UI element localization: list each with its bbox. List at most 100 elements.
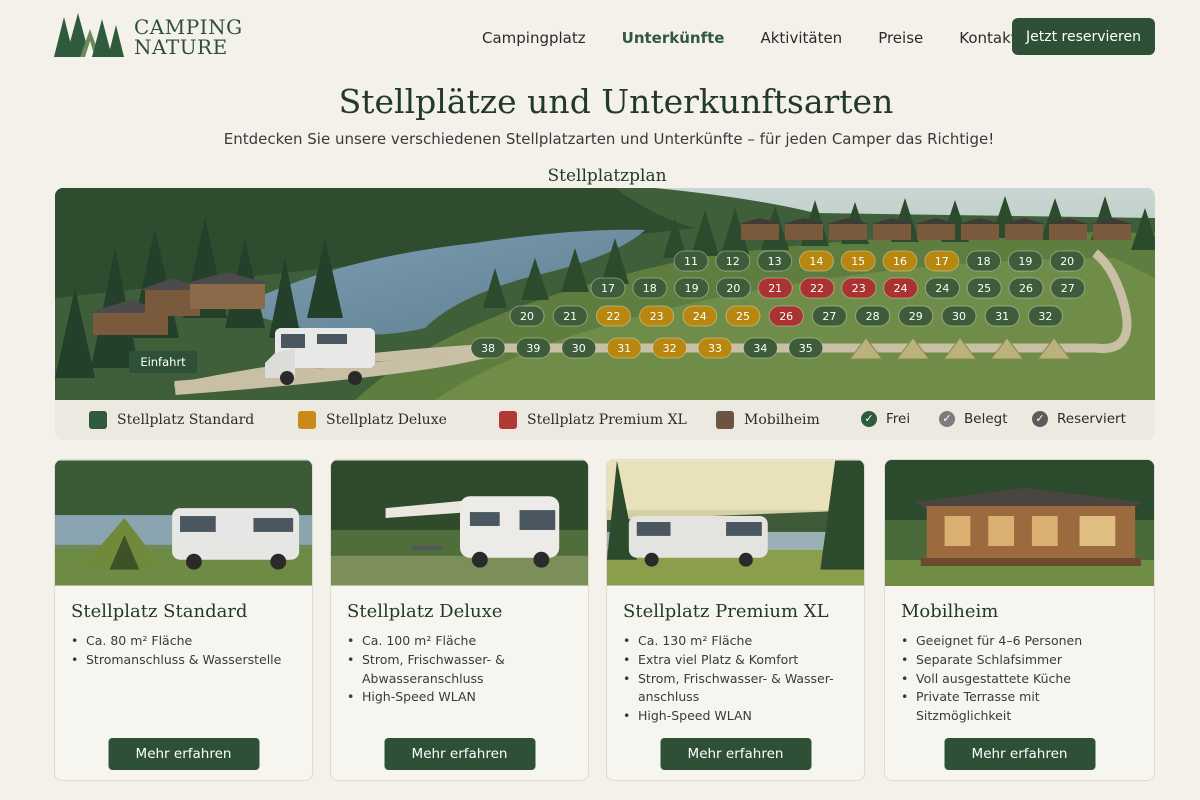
plot-standard[interactable]: 18 [966, 250, 1002, 272]
learn-more-button[interactable]: Mehr erfahren [384, 738, 535, 770]
card-deluxe-image [331, 460, 588, 586]
nav-item-campingplatz[interactable]: Campingplatz [482, 28, 586, 48]
plot-standard[interactable]: 29 [898, 305, 934, 327]
plot-standard[interactable]: 25 [966, 277, 1002, 299]
plot-standard[interactable]: 19 [1007, 250, 1043, 272]
plot-standard[interactable]: 21 [552, 305, 588, 327]
plot-standard[interactable]: 27 [1050, 277, 1086, 299]
card-standard-image [55, 460, 312, 586]
plot-standard[interactable]: 20 [509, 305, 545, 327]
plot-number: 31 [995, 310, 1009, 323]
card-standard: Stellplatz Standard Ca. 80 m² Fläche Str… [54, 459, 313, 781]
nav-item-preise[interactable]: Preise [878, 28, 923, 48]
learn-more-button[interactable]: Mehr erfahren [660, 738, 811, 770]
plot-number: 19 [1018, 255, 1032, 268]
plot-standard[interactable]: 17 [590, 277, 626, 299]
plot-deluxe[interactable]: 22 [595, 305, 631, 327]
plot-standard[interactable]: 30 [561, 337, 597, 359]
plot-deluxe[interactable]: 15 [840, 250, 876, 272]
list-item: Strom, Frischwasser- & Wasser-anschluss [623, 670, 851, 708]
list-item: Geeignet für 4–6 Personen [901, 632, 1129, 651]
reserve-button[interactable]: Jetzt reservieren [1012, 18, 1155, 55]
logo[interactable]: CAMPING NATURE [50, 12, 250, 62]
plot-premium[interactable]: 22 [799, 277, 835, 299]
plot-premium[interactable]: 21 [757, 277, 793, 299]
card-premium-image [607, 460, 864, 586]
legend-belegt-label: Belegt [964, 411, 1008, 427]
feature-list: Ca. 100 m² Fläche Strom, Frischwasser- &… [347, 632, 575, 707]
logo-line2: NATURE [134, 35, 228, 59]
plot-standard[interactable]: 18 [632, 277, 668, 299]
plot-number: 22 [810, 282, 824, 295]
legend-mobilheim: Mobilheim [716, 411, 820, 429]
plot-number: 26 [1019, 282, 1033, 295]
plot-standard[interactable]: 24 [924, 277, 960, 299]
list-item: Ca. 100 m² Fläche [347, 632, 575, 651]
plot-number: 27 [822, 310, 836, 323]
plot-number: 34 [753, 342, 767, 355]
plot-deluxe[interactable]: 25 [725, 305, 761, 327]
plot-number: 20 [1060, 255, 1074, 268]
plot-deluxe[interactable]: 23 [639, 305, 675, 327]
plot-deluxe[interactable]: 33 [697, 337, 733, 359]
card-deluxe: Stellplatz Deluxe Ca. 100 m² Fläche Stro… [330, 459, 589, 781]
plot-standard[interactable]: 27 [811, 305, 847, 327]
plot-standard[interactable]: 31 [984, 305, 1020, 327]
list-item: High-Speed WLAN [347, 688, 575, 707]
legend-belegt: ✓ Belegt [939, 411, 1008, 427]
legend-standard: Stellplatz Standard [89, 411, 254, 429]
page-title: Stellplätze und Unterkunftsarten [338, 82, 894, 121]
nav-item-unterkuenfte[interactable]: Unterkünfte [622, 28, 725, 48]
logo-line1: CAMPING [134, 15, 243, 39]
plot-standard[interactable]: 20 [715, 277, 751, 299]
plot-standard[interactable]: 20 [1049, 250, 1085, 272]
plot-deluxe[interactable]: 31 [606, 337, 642, 359]
plot-standard[interactable]: 34 [742, 337, 778, 359]
list-item: Strom, Frischwasser- & Abwasseranschluss [347, 651, 575, 689]
legend-premium-label: Stellplatz Premium XL [527, 412, 687, 428]
plot-standard[interactable]: 19 [674, 277, 710, 299]
list-item: Ca. 130 m² Fläche [623, 632, 851, 651]
plot-standard[interactable]: 13 [757, 250, 793, 272]
main-nav: Campingplatz Unterkünfte Aktivitäten Pre… [482, 28, 1053, 48]
plot-deluxe[interactable]: 24 [682, 305, 718, 327]
plot-deluxe[interactable]: 32 [652, 337, 688, 359]
plot-standard[interactable]: 39 [515, 337, 551, 359]
plot-number: 11 [684, 255, 698, 268]
logo-wordmark: CAMPING NATURE [134, 17, 243, 57]
plot-number: 23 [650, 310, 664, 323]
feature-list: Geeignet für 4–6 Personen Separate Schla… [901, 632, 1129, 726]
learn-more-button[interactable]: Mehr erfahren [108, 738, 259, 770]
plot-standard[interactable]: 28 [855, 305, 891, 327]
plot-deluxe[interactable]: 16 [882, 250, 918, 272]
plot-deluxe[interactable]: 17 [924, 250, 960, 272]
plot-number: 17 [935, 255, 949, 268]
nav-item-aktivitaeten[interactable]: Aktivitäten [760, 28, 842, 48]
plot-number: 32 [663, 342, 677, 355]
nav-item-kontakt[interactable]: Kontakt [959, 28, 1016, 48]
plot-premium[interactable]: 24 [883, 277, 919, 299]
plot-standard[interactable]: 35 [788, 337, 824, 359]
card-title: Stellplatz Standard [71, 601, 248, 622]
plot-standard[interactable]: 30 [941, 305, 977, 327]
plot-standard[interactable]: 32 [1027, 305, 1063, 327]
pine-trees-tent-icon [54, 13, 124, 57]
plot-number: 18 [643, 282, 657, 295]
plot-deluxe[interactable]: 14 [798, 250, 834, 272]
plot-standard[interactable]: 26 [1008, 277, 1044, 299]
plot-number: 26 [779, 310, 793, 323]
plot-standard[interactable]: 38 [470, 337, 506, 359]
plot-number: 25 [736, 310, 750, 323]
plot-standard[interactable]: 12 [715, 250, 751, 272]
campsite-map[interactable]: 11 12 13 14 15 16 17 18 19 20 17 18 19 20 21 22 23 24 24 25… [55, 188, 1155, 400]
learn-more-button[interactable]: Mehr erfahren [944, 738, 1095, 770]
plot-number: 25 [977, 282, 991, 295]
legend-deluxe-swatch [298, 411, 316, 429]
legend-mobilheim-swatch [716, 411, 734, 429]
legend-deluxe: Stellplatz Deluxe [298, 411, 447, 429]
plot-standard[interactable]: 11 [673, 250, 709, 272]
plot-premium[interactable]: 23 [841, 277, 877, 299]
plot-premium[interactable]: 26 [768, 305, 804, 327]
card-premium: Stellplatz Premium XL Ca. 130 m² Fläche … [606, 459, 865, 781]
legend-premium: Stellplatz Premium XL [499, 411, 687, 429]
